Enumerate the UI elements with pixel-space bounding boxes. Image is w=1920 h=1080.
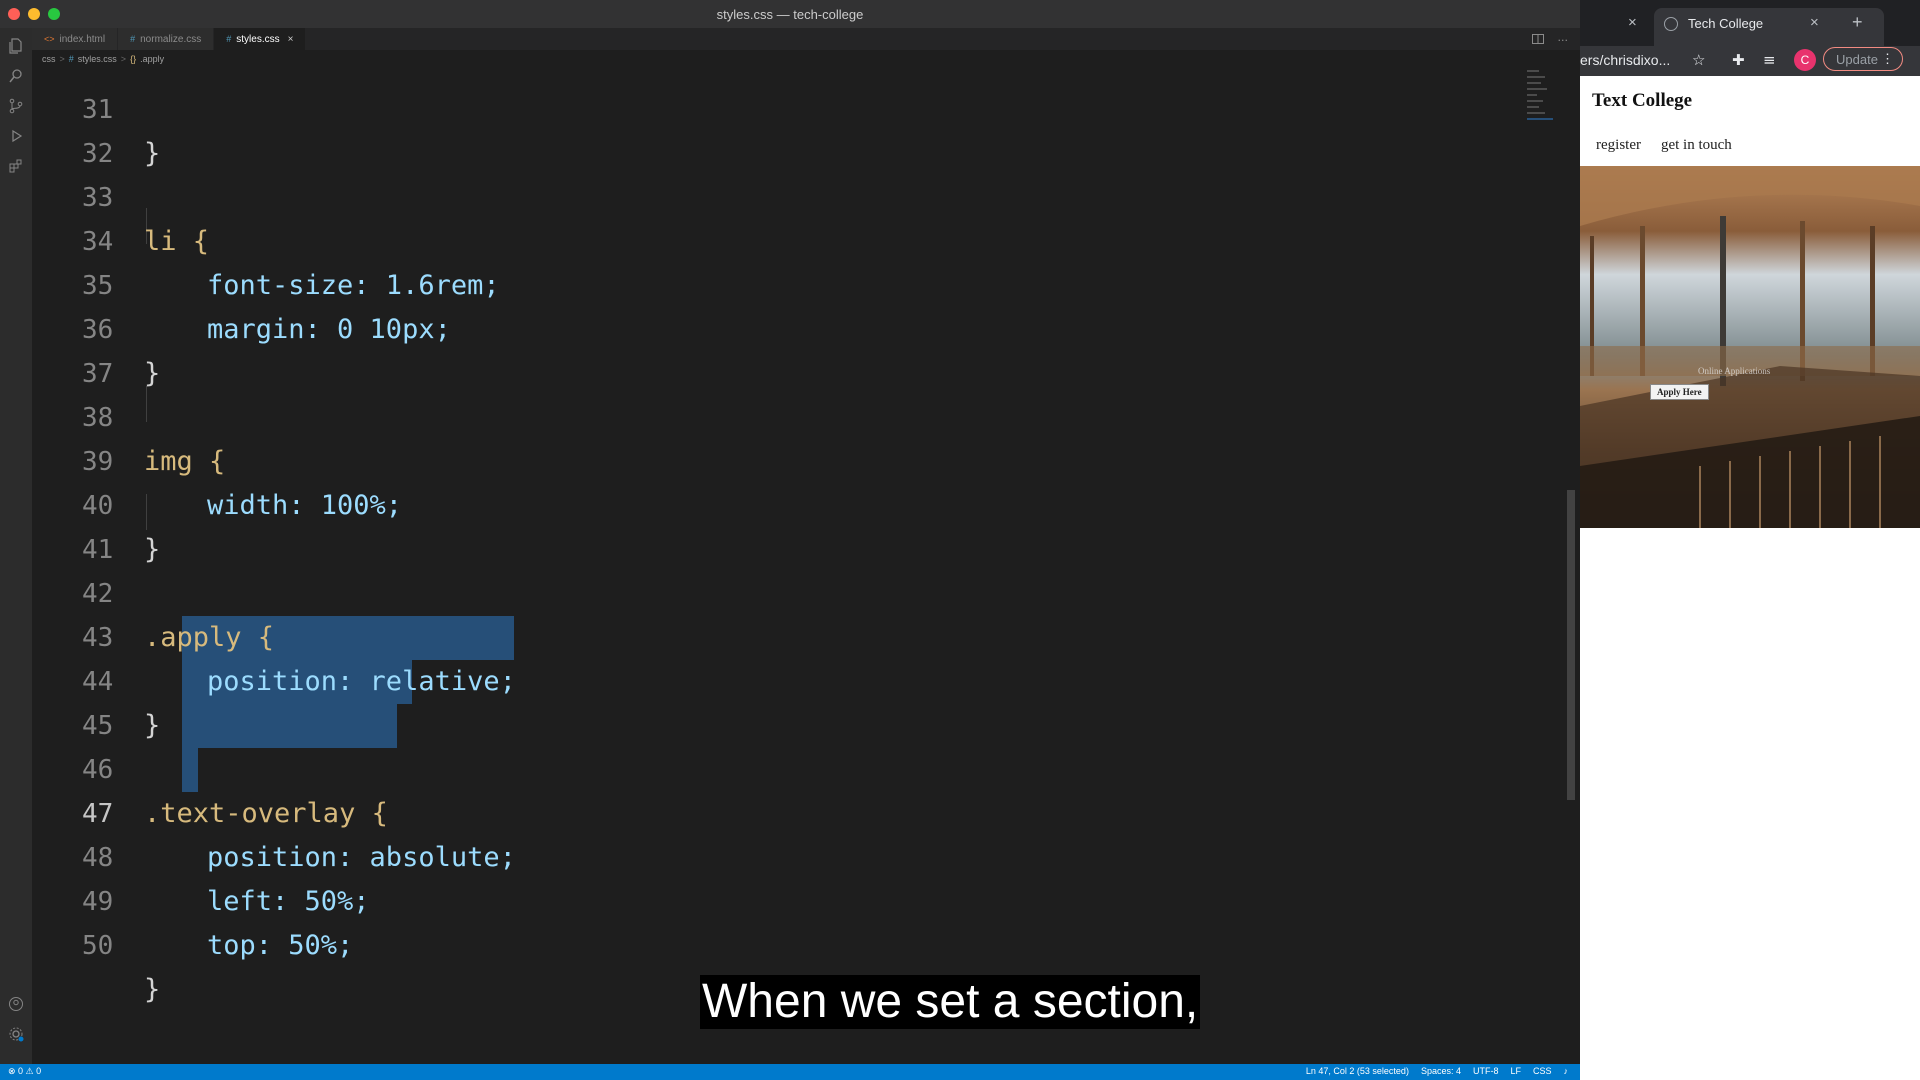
tab-label: index.html	[59, 33, 106, 45]
more-actions-icon[interactable]: ···	[1558, 34, 1569, 47]
window-title: styles.css — tech-college	[716, 6, 864, 22]
code-line: 31 }	[32, 44, 1532, 169]
css-file-icon: #	[130, 34, 136, 44]
video-subtitle: When we set a section,	[700, 975, 1201, 1029]
hero-image: Online Applications Apply Here	[1580, 166, 1920, 528]
web-page: Text College register get in touch Onlin…	[1580, 76, 1920, 1080]
code-line: 45	[32, 660, 1532, 741]
tab-close-icon[interactable]: ×	[1810, 14, 1819, 31]
problems-count[interactable]: ⊗ 0 ⚠ 0	[8, 1066, 41, 1077]
explorer-icon[interactable]	[6, 36, 26, 56]
activity-bar	[0, 28, 32, 1064]
code-line: 33 li {	[32, 132, 1532, 257]
code-line: 34 font-size: 1.6rem;	[32, 176, 1532, 301]
vscode-window: styles.css — tech-college <> index.html	[0, 0, 1580, 1080]
code-text: top: 50%;	[207, 930, 354, 961]
new-tab-button[interactable]: +	[1852, 12, 1863, 33]
window-close-button[interactable]	[8, 8, 20, 20]
encoding-setting[interactable]: UTF-8	[1473, 1066, 1499, 1076]
code-line: 49 top: 50%;	[32, 836, 1532, 961]
split-editor-icon[interactable]	[1531, 34, 1544, 47]
globe-icon	[1664, 17, 1678, 31]
code-line: 48 left: 50%;	[32, 792, 1532, 917]
status-bar: ⊗ 0 ⚠ 0 Ln 47, Col 2 (53 selected) Space…	[0, 1064, 1580, 1080]
site-title: Text College	[1592, 90, 1693, 111]
language-mode[interactable]: CSS	[1533, 1066, 1552, 1076]
site-nav: register get in touch	[1596, 137, 1732, 154]
tab-label: normalize.css	[140, 33, 202, 45]
window-minimize-button[interactable]	[28, 8, 40, 20]
code-line: 41	[32, 484, 1532, 565]
code-line: 46 .text-overlay {	[32, 704, 1532, 829]
source-control-icon[interactable]	[6, 96, 26, 116]
code-line: 40 }	[32, 440, 1532, 565]
code-line: 42 .apply {	[32, 528, 1532, 653]
line-number: 50	[82, 931, 114, 961]
reading-list-icon[interactable]: ≡	[1763, 51, 1776, 69]
code-line: 50 }	[32, 880, 1532, 1005]
code-line: 37	[32, 308, 1532, 389]
code-text: }	[144, 974, 161, 1005]
update-label: Update	[1836, 51, 1878, 67]
code-editor[interactable]: 31 } 32 33 li { 34 font-size: 1.6rem; 35…	[32, 66, 1557, 1064]
tab-close-icon[interactable]: ×	[288, 34, 294, 45]
address-bar[interactable]: ers/chrisdixo...	[1580, 52, 1670, 68]
editor-actions: ···	[1531, 34, 1569, 47]
code-line: 38 img {	[32, 352, 1532, 477]
kebab-menu-icon[interactable]: ⋮	[1881, 51, 1894, 67]
window-maximize-button[interactable]	[48, 8, 60, 20]
code-line: 44 }	[32, 616, 1532, 741]
nav-link-get-in-touch[interactable]: get in touch	[1661, 137, 1732, 154]
bookmark-star-icon[interactable]: ☆	[1692, 51, 1705, 69]
notifications-bell-icon[interactable]: ♪	[1564, 1066, 1569, 1076]
nav-link-register[interactable]: register	[1596, 137, 1641, 154]
minimap[interactable]	[1525, 66, 1555, 126]
update-button[interactable]: Update ⋮	[1823, 47, 1903, 71]
vertical-scrollbar[interactable]	[1567, 490, 1575, 800]
browser-window: × Tech College × + ers/chrisdixo... ☆ ✚ …	[1580, 0, 1920, 1080]
code-line: 32	[32, 88, 1532, 169]
css-file-icon: #	[226, 34, 232, 44]
apply-here-button[interactable]: Apply Here	[1650, 384, 1709, 400]
hero-photo	[1580, 166, 1920, 528]
browser-tab-strip: × Tech College × +	[1580, 0, 1920, 46]
extensions-icon[interactable]	[6, 156, 26, 176]
tab-label: styles.css	[236, 33, 280, 45]
code-line: 47 position: absolute;	[32, 748, 1532, 873]
run-debug-icon[interactable]	[6, 126, 26, 146]
tab-close-icon[interactable]: ×	[1628, 14, 1637, 31]
settings-gear-icon[interactable]	[6, 1024, 26, 1044]
code-line: 39 width: 100%;	[32, 396, 1532, 521]
cursor-position[interactable]: Ln 47, Col 2 (53 selected)	[1306, 1066, 1409, 1076]
hero-caption: Online Applications	[1698, 366, 1771, 376]
code-line: 43 position: relative;	[32, 572, 1532, 697]
code-line: 36 }	[32, 264, 1532, 389]
titlebar: styles.css — tech-college	[0, 0, 1580, 28]
search-icon[interactable]	[6, 66, 26, 86]
html-file-icon: <>	[44, 34, 55, 44]
account-icon[interactable]	[6, 994, 26, 1014]
browser-tab-title: Tech College	[1688, 16, 1764, 31]
profile-avatar[interactable]: C	[1794, 49, 1816, 71]
extensions-puzzle-icon[interactable]: ✚	[1732, 51, 1745, 69]
eol-setting[interactable]: LF	[1510, 1066, 1521, 1076]
code-line: 35 margin: 0 10px;	[32, 220, 1532, 345]
indentation-setting[interactable]: Spaces: 4	[1421, 1066, 1461, 1076]
